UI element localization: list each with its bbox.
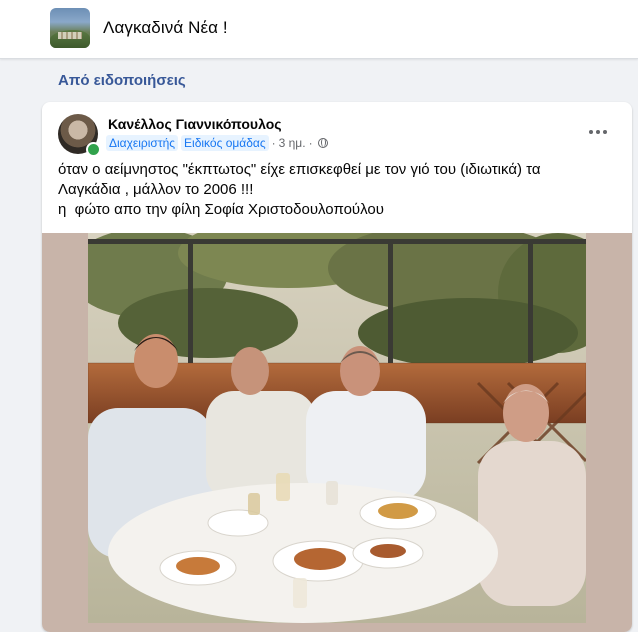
meta-separator: · <box>271 136 276 150</box>
post-card: Κανέλλος Γιαννικόπουλος Διαχειριστής Ειδ… <box>42 102 632 632</box>
group-photo-illustration <box>88 233 586 623</box>
dot-icon <box>603 130 607 134</box>
admin-badge[interactable]: Διαχειριστής <box>106 135 179 151</box>
post-text-line: η φώτο απο την φίλη Σοφία Χριστοδουλοπού… <box>58 201 384 218</box>
group-avatar[interactable] <box>50 8 90 48</box>
from-notifications-link[interactable]: Από ειδοποιήσεις <box>58 72 186 89</box>
post-text-line: Λαγκάδια , μάλλον το 2006 !!! <box>58 181 254 198</box>
online-status-dot <box>86 142 101 157</box>
more-options-button[interactable] <box>580 122 616 142</box>
post-text: όταν ο αείμνηστος "έκπτωτος" είχε επισκε… <box>58 160 618 220</box>
post-meta: Διαχειριστής Ειδικός ομάδας · 3 ημ. · <box>106 135 328 151</box>
group-title[interactable]: Λαγκαδινά Νέα ! <box>103 18 228 38</box>
group-expert-badge[interactable]: Ειδικός ομάδας <box>181 135 269 151</box>
photo-frame <box>42 233 632 632</box>
post-photo[interactable] <box>88 233 586 623</box>
dot-icon <box>589 130 593 134</box>
meta-separator-2: · <box>308 136 313 150</box>
group-header: Λαγκαδινά Νέα ! <box>0 0 638 59</box>
globe-icon[interactable] <box>317 138 328 148</box>
author-name[interactable]: Κανέλλος Γιαννικόπουλος <box>108 116 282 132</box>
post-timestamp[interactable]: 3 ημ. <box>279 136 306 150</box>
post-text-line: όταν ο αείμνηστος "έκπτωτος" είχε επισκε… <box>58 161 541 178</box>
dot-icon <box>596 130 600 134</box>
